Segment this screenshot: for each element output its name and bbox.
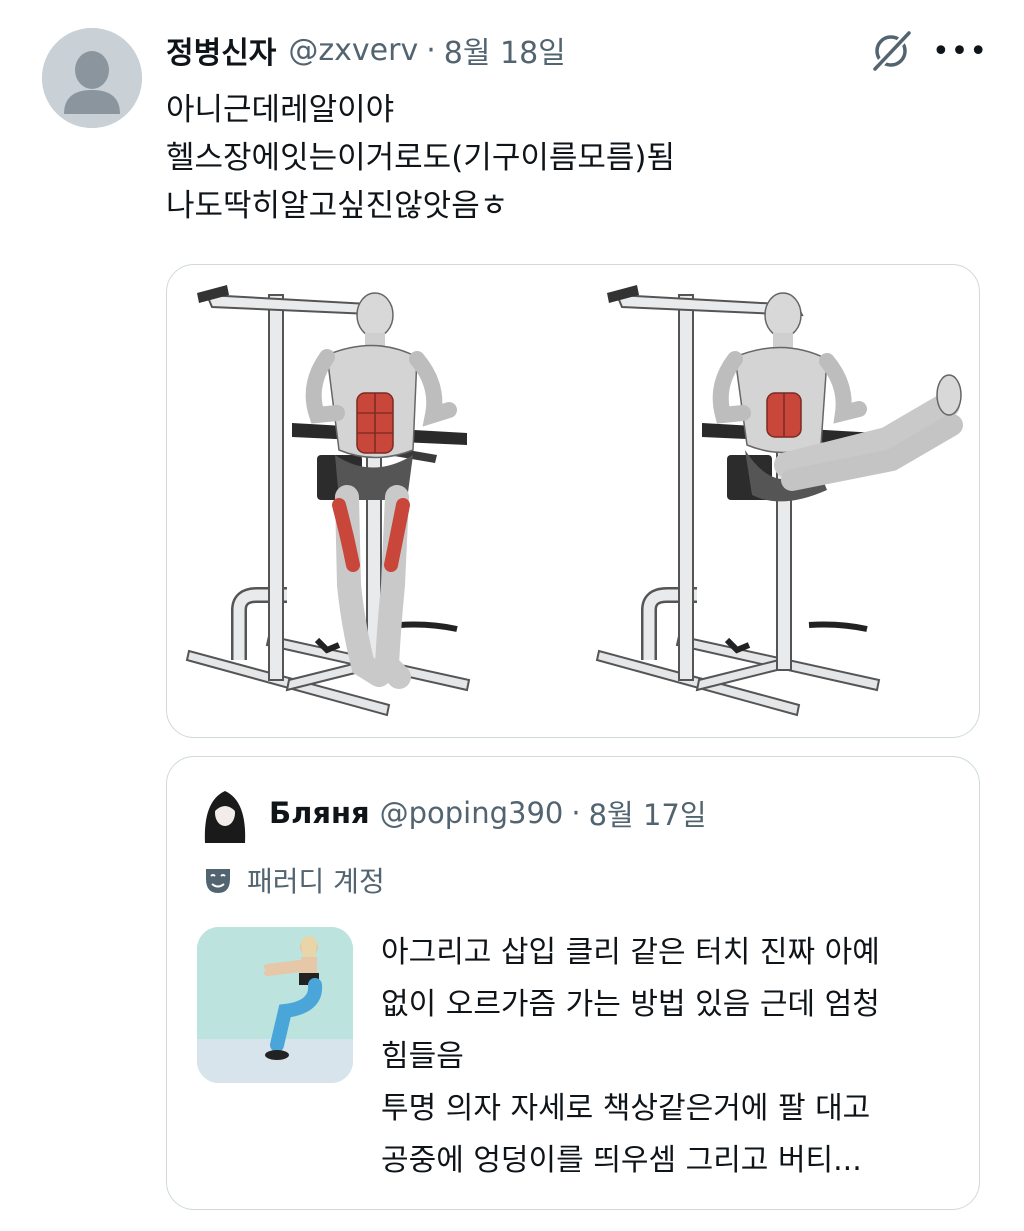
quoted-avatar[interactable]: [199, 781, 251, 843]
more-icon[interactable]: •••: [932, 26, 987, 76]
parody-label: 패러디 계정: [203, 857, 385, 903]
tweet-header: 정병신자 @zxverv · 8월 18일: [166, 26, 566, 74]
grok-icon[interactable]: [866, 26, 916, 76]
quoted-line: 공중에 엉덩이를 띄우셈 그리고 버티...: [381, 1143, 862, 1178]
quoted-line: 힘들음: [381, 1039, 464, 1074]
quoted-line: 아그리고 삽입 클리 같은 터치 진짜 아예: [381, 935, 880, 970]
quoted-handle[interactable]: @poping390: [380, 796, 564, 830]
quoted-text: 아그리고 삽입 클리 같은 터치 진짜 아예 없이 오르가즘 가는 방법 있음 …: [381, 927, 961, 1187]
quoted-line: 투명 의자 자세로 책상같은거에 팔 대고: [381, 1091, 871, 1126]
display-name[interactable]: 정병신자: [166, 28, 276, 72]
parody-text: 패러디 계정: [247, 865, 385, 898]
quoted-thumbnail[interactable]: [197, 927, 353, 1083]
tweet-text: 아니근데레알이야 헬스장에잇는이거로도(기구이름모름)됨 나도딱히알고싶진않앗음…: [166, 86, 966, 230]
quoted-tweet[interactable]: Бляня @poping390 · 8월 17일 패러디 계정 아그리고 삽입…: [166, 756, 980, 1210]
tweet-line: 나도딱히알고싶진않앗음ㅎ: [166, 188, 509, 224]
mask-icon: [203, 865, 233, 895]
quoted-line: 없이 오르가즘 가는 방법 있음 근데 엄청: [381, 987, 880, 1022]
avatar[interactable]: [42, 28, 142, 128]
quoted-header: Бляня @poping390 · 8월 17일: [269, 787, 707, 839]
separator: ·: [426, 32, 436, 68]
tweet-date[interactable]: 8월 18일: [444, 28, 566, 72]
quoted-date[interactable]: 8월 17일: [589, 792, 707, 834]
figure-leg-raise: [712, 292, 963, 502]
quoted-display-name[interactable]: Бляня: [269, 796, 370, 830]
user-handle[interactable]: @zxverv: [288, 33, 418, 68]
tweet-line: 헬스장에잇는이거로도(기구이름모름)됨: [166, 140, 676, 176]
tweet-image[interactable]: [166, 264, 980, 738]
tweet-line: 아니근데레알이야: [166, 92, 395, 128]
separator: ·: [571, 796, 581, 830]
